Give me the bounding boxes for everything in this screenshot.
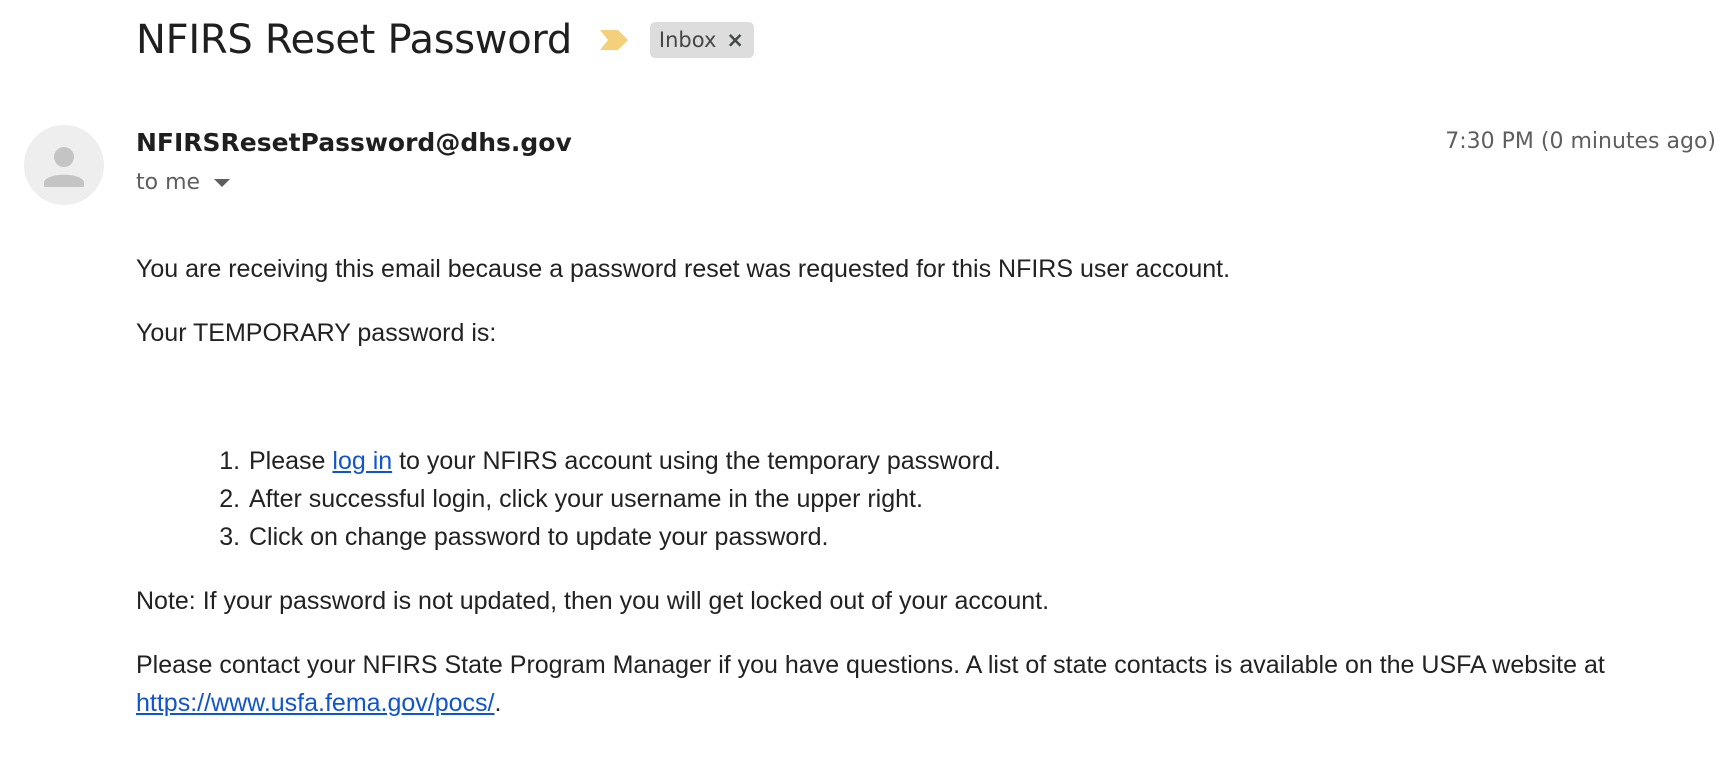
step-1-text-after: to your NFIRS account using the temporar… xyxy=(392,447,1001,475)
step-1-text-before: Please xyxy=(249,447,333,475)
person-icon xyxy=(44,147,84,187)
chevron-down-icon[interactable] xyxy=(214,178,231,187)
step-1: Please log in to your NFIRS account usin… xyxy=(247,442,1696,480)
inbox-label-text: Inbox xyxy=(658,28,717,52)
sender-address[interactable]: NFIRSResetPassword@dhs.gov xyxy=(136,128,572,157)
contact-text: Please contact your NFIRS State Program … xyxy=(136,651,1605,679)
sender-avatar xyxy=(24,125,104,205)
recipient-text: to me xyxy=(136,170,201,195)
note-paragraph: Note: If your password is not updated, t… xyxy=(136,587,1050,615)
usfa-pocs-link[interactable]: https://www.usfa.fema.gov/pocs/ xyxy=(136,689,495,717)
step-2: After successful login, click your usern… xyxy=(247,480,1696,518)
contact-end: . xyxy=(494,689,502,717)
step-3: Click on change password to update your … xyxy=(247,518,1696,556)
email-subject: NFIRS Reset Password xyxy=(136,17,572,63)
message-body: You are receiving this email because a p… xyxy=(136,250,1696,722)
remove-label-icon[interactable]: × xyxy=(726,29,744,51)
inbox-label-chip[interactable]: Inbox × xyxy=(649,22,754,58)
temporary-password-label: Your TEMPORARY password is: xyxy=(136,319,497,347)
intro-paragraph: You are receiving this email because a p… xyxy=(136,255,1231,283)
subject-row: NFIRS Reset Password Inbox × xyxy=(136,12,754,68)
contact-paragraph: Please contact your NFIRS State Program … xyxy=(136,646,1696,722)
log-in-link[interactable]: log in xyxy=(332,447,392,475)
importance-marker-icon[interactable] xyxy=(598,28,630,52)
message-timestamp: 7:30 PM (0 minutes ago) xyxy=(1445,129,1716,154)
instruction-steps: Please log in to your NFIRS account usin… xyxy=(136,442,1696,556)
recipient-line: to me xyxy=(136,170,231,195)
